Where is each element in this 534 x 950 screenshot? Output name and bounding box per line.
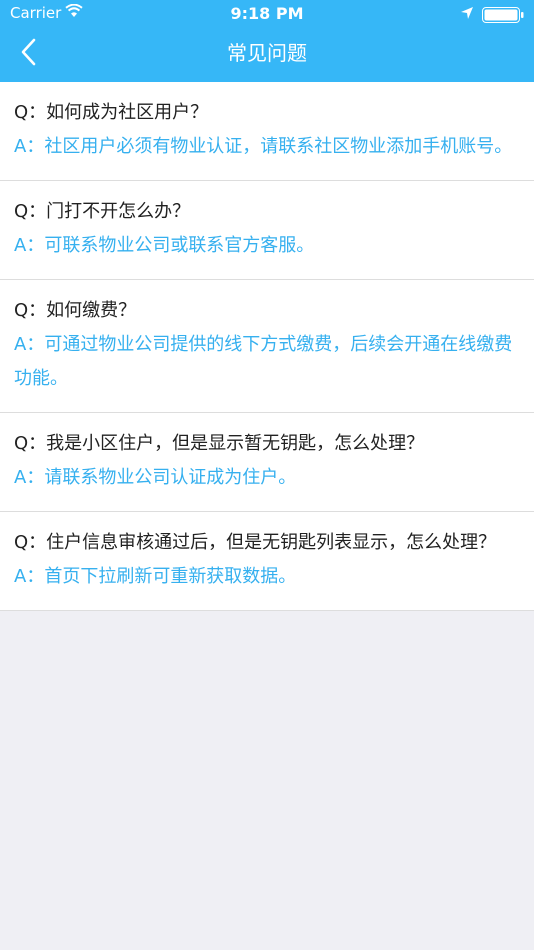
location-arrow-icon [460, 5, 474, 24]
faq-item: Q：住户信息审核通过后，但是无钥匙列表显示，怎么处理？ A：首页下拉刷新可重新获… [0, 512, 534, 611]
faq-answer: A：请联系物业公司认证成为住户。 [14, 467, 297, 488]
status-time: 9:18 PM [230, 4, 304, 23]
faq-answer: A：可联系物业公司或联系官方客服。 [14, 235, 315, 256]
faq-answer: A：社区用户必须有物业认证，请联系社区物业添加手机账号。 [14, 136, 513, 157]
status-bar: Carrier 9:18 PM [0, 0, 534, 28]
faq-question: Q：门打不开怎么办？ [14, 201, 191, 222]
status-right [460, 5, 524, 24]
faq-item: Q：我是小区住户，但是显示暂无钥匙，怎么处理？ A：请联系物业公司认证成为住户。 [0, 413, 534, 512]
faq-list: Q：如何成为社区用户？ A：社区用户必须有物业认证，请联系社区物业添加手机账号。… [0, 82, 534, 611]
faq-question: Q：住户信息审核通过后，但是无钥匙列表显示，怎么处理？ [14, 532, 497, 553]
faq-item: Q：门打不开怎么办？ A：可联系物业公司或联系官方客服。 [0, 181, 534, 280]
faq-question: Q：如何缴费？ [14, 300, 137, 321]
faq-answer: A：首页下拉刷新可重新获取数据。 [14, 566, 297, 587]
faq-question: Q：我是小区住户，但是显示暂无钥匙，怎么处理？ [14, 433, 425, 454]
page-title: 常见问题 [227, 41, 307, 65]
faq-item: Q：如何缴费？ A：可通过物业公司提供的线下方式缴费，后续会开通在线缴费功能。 [0, 280, 534, 413]
app-header: Carrier 9:18 PM 常见问题 [0, 0, 534, 82]
navigation-bar: 常见问题 [0, 28, 534, 82]
faq-question: Q：如何成为社区用户？ [14, 102, 209, 123]
faq-item: Q：如何成为社区用户？ A：社区用户必须有物业认证，请联系社区物业添加手机账号。 [0, 82, 534, 181]
faq-answer: A：可通过物业公司提供的线下方式缴费，后续会开通在线缴费功能。 [14, 334, 513, 389]
battery-icon [482, 6, 524, 23]
